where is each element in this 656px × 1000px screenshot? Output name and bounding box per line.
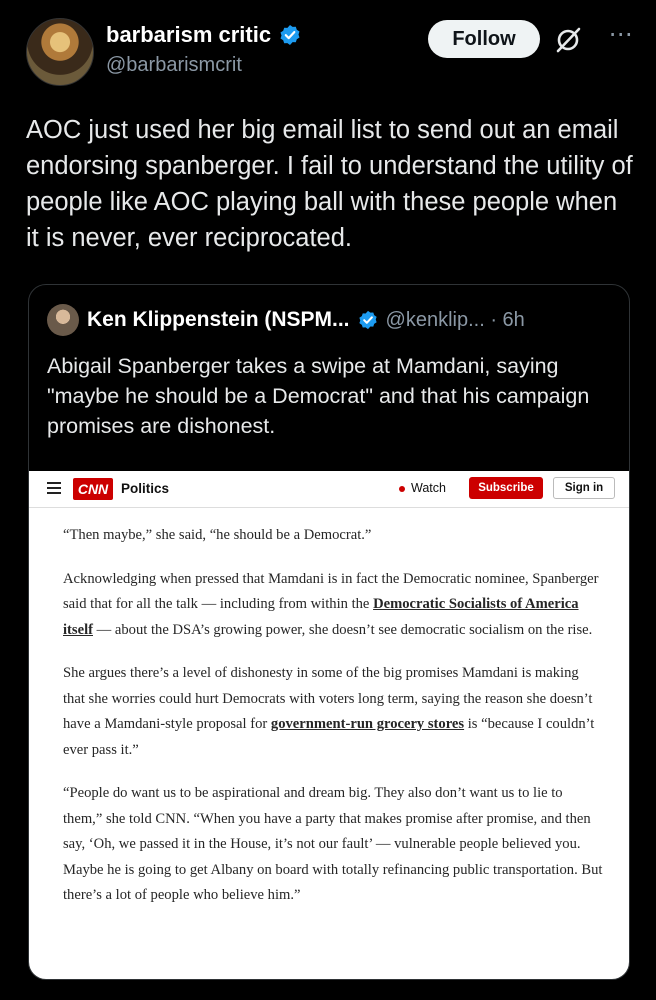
- section-label: Politics: [121, 481, 170, 496]
- grocery-stores-link: government-run grocery stores: [270, 716, 465, 732]
- watch-link: Watch: [399, 481, 446, 495]
- author-display-name[interactable]: barbarism critic: [106, 22, 271, 48]
- cnn-navbar: CNN Politics Watch Subscribe Sign in: [29, 471, 629, 508]
- signin-button: Sign in: [553, 477, 615, 499]
- subscribe-button: Subscribe: [469, 477, 543, 499]
- author-handle[interactable]: @barbarismcrit: [106, 54, 242, 77]
- p2-text-post: — about the DSA’s growing power, she doe…: [93, 621, 593, 638]
- quoted-tweet[interactable]: Ken Klippenstein (NSPM... @kenklip... · …: [28, 284, 630, 980]
- grok-icon[interactable]: [552, 24, 584, 56]
- follow-button[interactable]: Follow: [428, 20, 540, 58]
- article-body: “Then maybe,” she said, “he should be a …: [63, 523, 603, 927]
- more-icon[interactable]: ⋯: [606, 20, 636, 50]
- tweet-text: AOC just used her big email list to send…: [26, 116, 633, 252]
- verified-badge-icon: [280, 25, 300, 45]
- watch-label: Watch: [411, 481, 446, 495]
- article-paragraph-3: She argues there’s a level of dishonesty…: [63, 661, 603, 763]
- quoted-author-avatar[interactable]: [47, 304, 79, 336]
- live-dot-icon: [399, 485, 405, 492]
- quoted-tweet-header: Ken Klippenstein (NSPM... @kenklip... · …: [47, 303, 615, 337]
- quoted-author-handle-time: @kenklip... · 6h: [385, 308, 525, 331]
- article-paragraph-4: “People do want us to be aspirational an…: [63, 785, 603, 903]
- menu-icon: [47, 482, 61, 494]
- tweet-header: barbarism critic @barbarismcrit Follow ⋯: [26, 18, 636, 88]
- cnn-logo: CNN: [73, 478, 113, 500]
- article-paragraph-2: Acknowledging when pressed that Mamdani …: [63, 567, 603, 644]
- verified-badge-icon: [358, 310, 377, 330]
- quoted-tweet-text: Abigail Spanberger takes a swipe at Mamd…: [47, 354, 590, 438]
- author-avatar[interactable]: [26, 18, 94, 86]
- quoted-author-name[interactable]: Ken Klippenstein (NSPM...: [87, 308, 350, 332]
- author-name-row: barbarism critic: [106, 22, 301, 48]
- article-screenshot[interactable]: CNN Politics Watch Subscribe Sign in “Th…: [29, 471, 629, 979]
- article-paragraph-1: “Then maybe,” she said, “he should be a …: [63, 527, 372, 543]
